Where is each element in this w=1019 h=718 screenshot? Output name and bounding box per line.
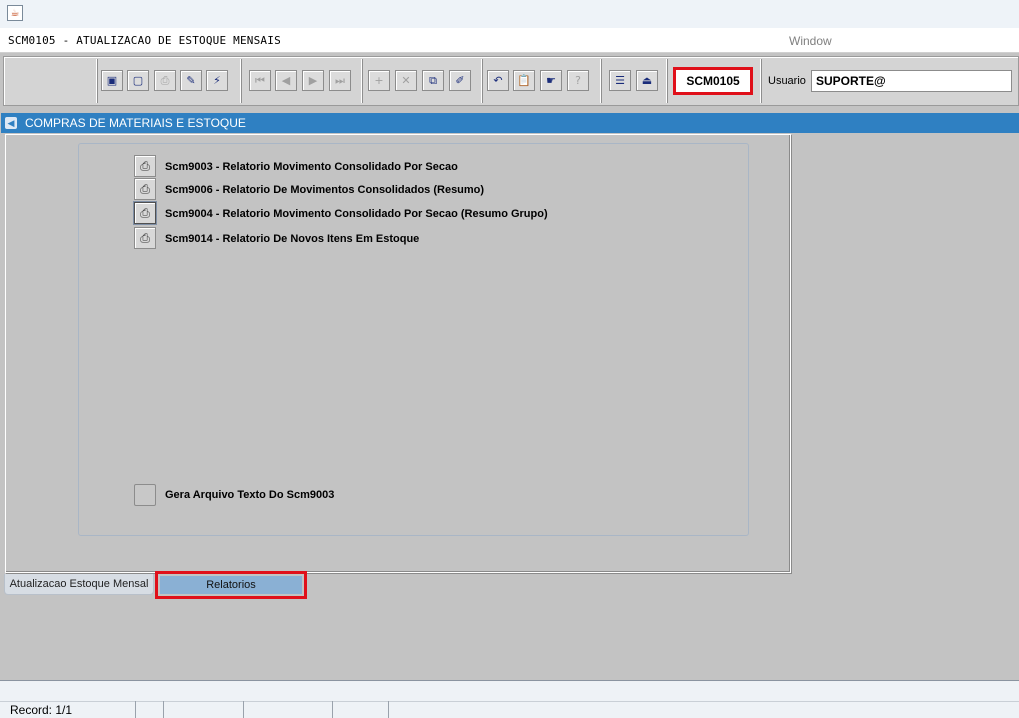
print-screen-icon: ▢ [132, 74, 144, 87]
insert-record-icon: + [374, 74, 384, 87]
user-field[interactable]: SUPORTE@ [811, 70, 1012, 92]
menu-bar: SCM0105 - ATUALIZACAO DE ESTOQUE MENSAIS… [0, 28, 1019, 53]
save-icon: ▣ [106, 74, 118, 87]
tab-relatorios-label: Relatorios [160, 576, 302, 594]
next-record-icon: ▶ [308, 74, 318, 87]
toolbar-separator [97, 59, 98, 103]
help-button[interactable]: ? [567, 70, 589, 91]
report-label-scm9014: Scm9014 - Relatorio De Novos Itens Em Es… [165, 233, 420, 245]
gera-arquivo-label: Gera Arquivo Texto Do Scm9003 [165, 489, 335, 501]
toolbar-separator [362, 59, 363, 103]
toolbar-separator [667, 59, 668, 103]
toolbar-separator [241, 59, 242, 103]
gera-arquivo-checkbox[interactable] [134, 484, 156, 506]
last-record-icon: ⏭ [335, 74, 345, 87]
hand-icon: ☛ [546, 74, 556, 87]
section-title: COMPRAS DE MATERIAIS E ESTOQUE [25, 116, 246, 130]
help-icon: ? [575, 74, 581, 87]
printer-icon: ⎙ [140, 230, 150, 245]
report-button-scm9003[interactable]: ⎙ [134, 155, 156, 177]
printer-icon: ⎙ [140, 205, 150, 220]
report-label-scm9003: Scm9003 - Relatorio Movimento Consolidad… [165, 161, 458, 173]
clipboard-icon: 📋 [517, 74, 531, 87]
first-record-icon: ⏮ [255, 74, 265, 87]
next-record-button[interactable]: ▶ [302, 70, 324, 91]
report-label-scm9004: Scm9004 - Relatorio Movimento Consolidad… [165, 208, 548, 220]
insert-record-button[interactable]: + [368, 70, 390, 91]
previous-record-button[interactable]: ◀ [275, 70, 297, 91]
printer-button[interactable]: ⎙ [154, 70, 176, 91]
printer-icon: ⎙ [140, 181, 150, 196]
menu-window[interactable]: Window [789, 34, 832, 48]
enter-query-icon: ✎ [186, 74, 196, 87]
report-button-scm9004[interactable]: ⎙ [134, 202, 156, 224]
java-coffee-icon: ☕ [7, 5, 23, 21]
record-status: Record: 1/1 [10, 703, 73, 717]
exit-button[interactable]: ⏏ [636, 70, 658, 91]
tab-relatorios[interactable]: Relatorios [155, 571, 307, 599]
status-separator [332, 701, 333, 718]
reports-panel [78, 143, 749, 536]
section-header: ◀ COMPRAS DE MATERIAIS E ESTOQUE [1, 113, 1019, 133]
last-record-button[interactable]: ⏭ [329, 70, 351, 91]
printer-icon: ⎙ [160, 74, 170, 87]
status-line [0, 701, 1019, 718]
undo-icon: ↶ [493, 74, 503, 87]
form-title: SCM0105 - ATUALIZACAO DE ESTOQUE MENSAIS [8, 34, 281, 47]
execute-query-icon: ⚡ [213, 74, 221, 87]
clear-record-icon: ✐ [455, 74, 465, 87]
exit-icon: ⏏ [641, 74, 653, 87]
previous-record-icon: ◀ [281, 74, 291, 87]
execute-query-button[interactable]: ⚡ [206, 70, 228, 91]
duplicate-record-button[interactable]: ⧉ [422, 70, 444, 91]
status-separator [135, 701, 136, 718]
clear-record-button[interactable]: ✐ [449, 70, 471, 91]
report-button-scm9006[interactable]: ⎙ [134, 178, 156, 200]
collapse-icon[interactable]: ◀ [5, 117, 17, 129]
report-label-scm9006: Scm9006 - Relatorio De Movimentos Consol… [165, 184, 485, 196]
toolbar-separator [601, 59, 602, 103]
print-screen-button[interactable]: ▢ [127, 70, 149, 91]
undo-button[interactable]: ↶ [487, 70, 509, 91]
first-record-button[interactable]: ⏮ [249, 70, 271, 91]
module-code-box: SCM0105 [673, 67, 753, 95]
menu-icon: ☰ [615, 74, 625, 87]
save-button[interactable]: ▣ [101, 70, 123, 91]
menu-button[interactable]: ☰ [609, 70, 631, 91]
enter-query-button[interactable]: ✎ [180, 70, 202, 91]
clipboard-button[interactable]: 📋 [513, 70, 535, 91]
toolbar-separator [761, 59, 762, 103]
toolbar-separator [482, 59, 483, 103]
printer-icon: ⎙ [140, 158, 150, 173]
title-bar: ☕ [0, 0, 1019, 28]
delete-record-button[interactable]: ✕ [395, 70, 417, 91]
status-separator [243, 701, 244, 718]
user-label: Usuario [768, 75, 806, 87]
hand-button[interactable]: ☛ [540, 70, 562, 91]
report-button-scm9014[interactable]: ⎙ [134, 227, 156, 249]
status-separator [388, 701, 389, 718]
delete-record-icon: ✕ [401, 74, 411, 87]
duplicate-record-icon: ⧉ [429, 74, 437, 87]
tab-atualizacao-estoque-mensal[interactable]: Atualizacao Estoque Mensal [4, 574, 154, 595]
status-separator [163, 701, 164, 718]
status-bar: Record: 1/1 [0, 682, 1019, 718]
